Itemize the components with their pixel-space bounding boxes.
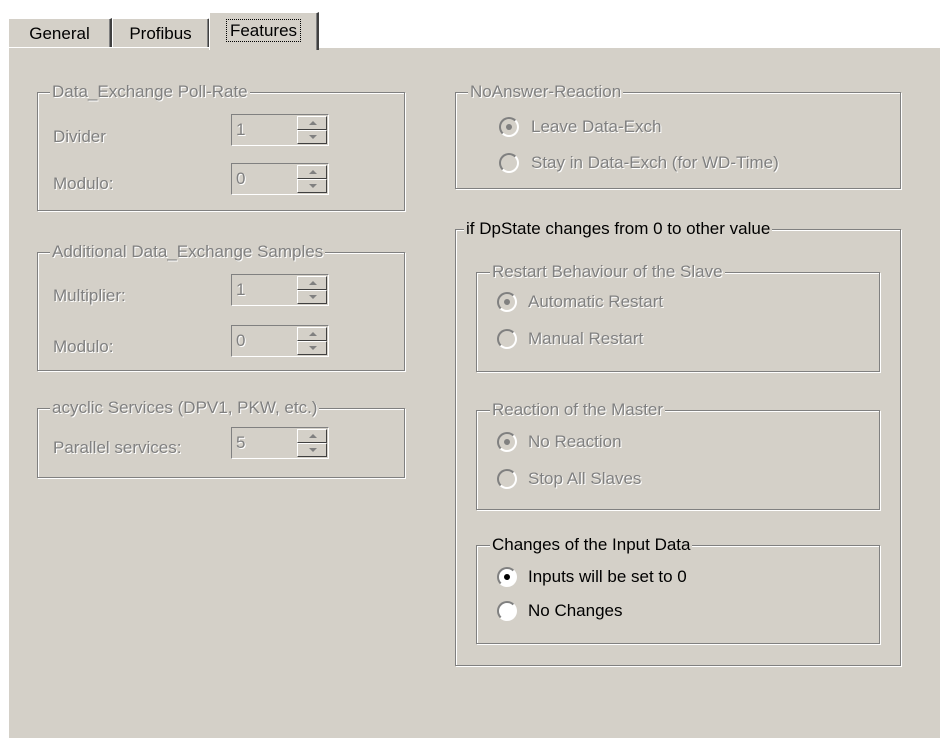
arrow-down-icon: [309, 346, 317, 350]
leave-data-exch-label: Leave Data-Exch: [531, 117, 662, 136]
multiplier-label: Multiplier:: [53, 286, 126, 305]
automatic-restart-radio[interactable]: [497, 292, 517, 312]
restart-title: Restart Behaviour of the Slave: [490, 262, 725, 282]
multiplier-value: 1: [236, 280, 246, 299]
arrow-up-icon: [309, 170, 317, 174]
samples-modulo-label: Modulo:: [53, 337, 114, 356]
no-changes-label: No Changes: [528, 601, 623, 620]
divider-label: Divider: [53, 127, 106, 146]
samples-title: Additional Data_Exchange Samples: [50, 242, 326, 262]
poll-modulo-spinbox[interactable]: 0: [231, 163, 329, 195]
tab-strip: General Profibus Features: [0, 0, 940, 50]
arrow-up-icon: [309, 434, 317, 438]
poll-rate-title: Data_Exchange Poll-Rate: [50, 82, 250, 102]
divider-spinbox[interactable]: 1: [231, 114, 329, 146]
multiplier-spinbox[interactable]: 1: [231, 274, 329, 306]
inputs-set-zero-radio[interactable]: [497, 567, 517, 587]
multiplier-spin-up-button[interactable]: [297, 276, 327, 290]
no-changes-radio[interactable]: [497, 601, 517, 621]
arrow-up-icon: [309, 121, 317, 125]
arrow-down-icon: [309, 295, 317, 299]
manual-restart-radio[interactable]: [497, 329, 517, 349]
arrow-down-icon: [309, 135, 317, 139]
input-data-group: [476, 545, 880, 644]
parallel-services-label: Parallel services:: [53, 438, 182, 457]
arrow-down-icon: [309, 184, 317, 188]
poll-modulo-spin-up-button[interactable]: [297, 165, 327, 179]
divider-spin-up-button[interactable]: [297, 116, 327, 130]
stop-all-slaves-radio[interactable]: [497, 469, 517, 489]
arrow-down-icon: [309, 448, 317, 452]
parallel-services-spinbox[interactable]: 5: [231, 427, 329, 459]
restart-group: [476, 272, 880, 372]
no-answer-group: [455, 92, 901, 189]
poll-modulo-spin-down-button[interactable]: [297, 179, 327, 193]
input-data-title: Changes of the Input Data: [490, 535, 693, 555]
arrow-up-icon: [309, 281, 317, 285]
stop-all-slaves-label: Stop All Slaves: [528, 469, 642, 488]
master-reaction-title: Reaction of the Master: [490, 400, 666, 420]
manual-restart-label: Manual Restart: [528, 329, 644, 348]
poll-modulo-label: Modulo:: [53, 174, 114, 193]
arrow-up-icon: [309, 332, 317, 336]
poll-modulo-value: 0: [236, 169, 246, 188]
automatic-restart-label: Automatic Restart: [528, 292, 664, 311]
multiplier-spin-down-button[interactable]: [297, 290, 327, 304]
divider-spin-down-button[interactable]: [297, 130, 327, 144]
no-answer-title: NoAnswer-Reaction: [468, 82, 624, 102]
acyclic-title: acyclic Services (DPV1, PKW, etc.): [50, 398, 320, 418]
no-reaction-radio[interactable]: [497, 432, 517, 452]
tab-features[interactable]: Features: [209, 12, 319, 50]
parallel-services-value: 5: [236, 433, 246, 452]
tab-profibus-label: Profibus: [129, 24, 192, 43]
dpstate-title: if DpState changes from 0 to other value: [464, 219, 773, 239]
samples-modulo-spin-up-button[interactable]: [297, 327, 327, 341]
tab-general-label: General: [29, 24, 90, 43]
samples-modulo-spin-down-button[interactable]: [297, 341, 327, 355]
tab-general[interactable]: General: [8, 18, 112, 50]
tab-profibus[interactable]: Profibus: [112, 18, 210, 50]
divider-value: 1: [236, 120, 246, 139]
samples-modulo-value: 0: [236, 331, 246, 350]
stay-data-exch-radio[interactable]: [499, 153, 519, 173]
master-reaction-group: [476, 410, 880, 510]
samples-modulo-spinbox[interactable]: 0: [231, 325, 329, 357]
no-reaction-label: No Reaction: [528, 432, 622, 451]
parallel-spin-down-button[interactable]: [297, 443, 327, 457]
leave-data-exch-radio[interactable]: [499, 117, 519, 137]
tab-features-label: Features: [225, 19, 302, 42]
inputs-set-zero-label: Inputs will be set to 0: [528, 567, 687, 586]
stay-data-exch-label: Stay in Data-Exch (for WD-Time): [531, 153, 779, 172]
parallel-spin-up-button[interactable]: [297, 429, 327, 443]
